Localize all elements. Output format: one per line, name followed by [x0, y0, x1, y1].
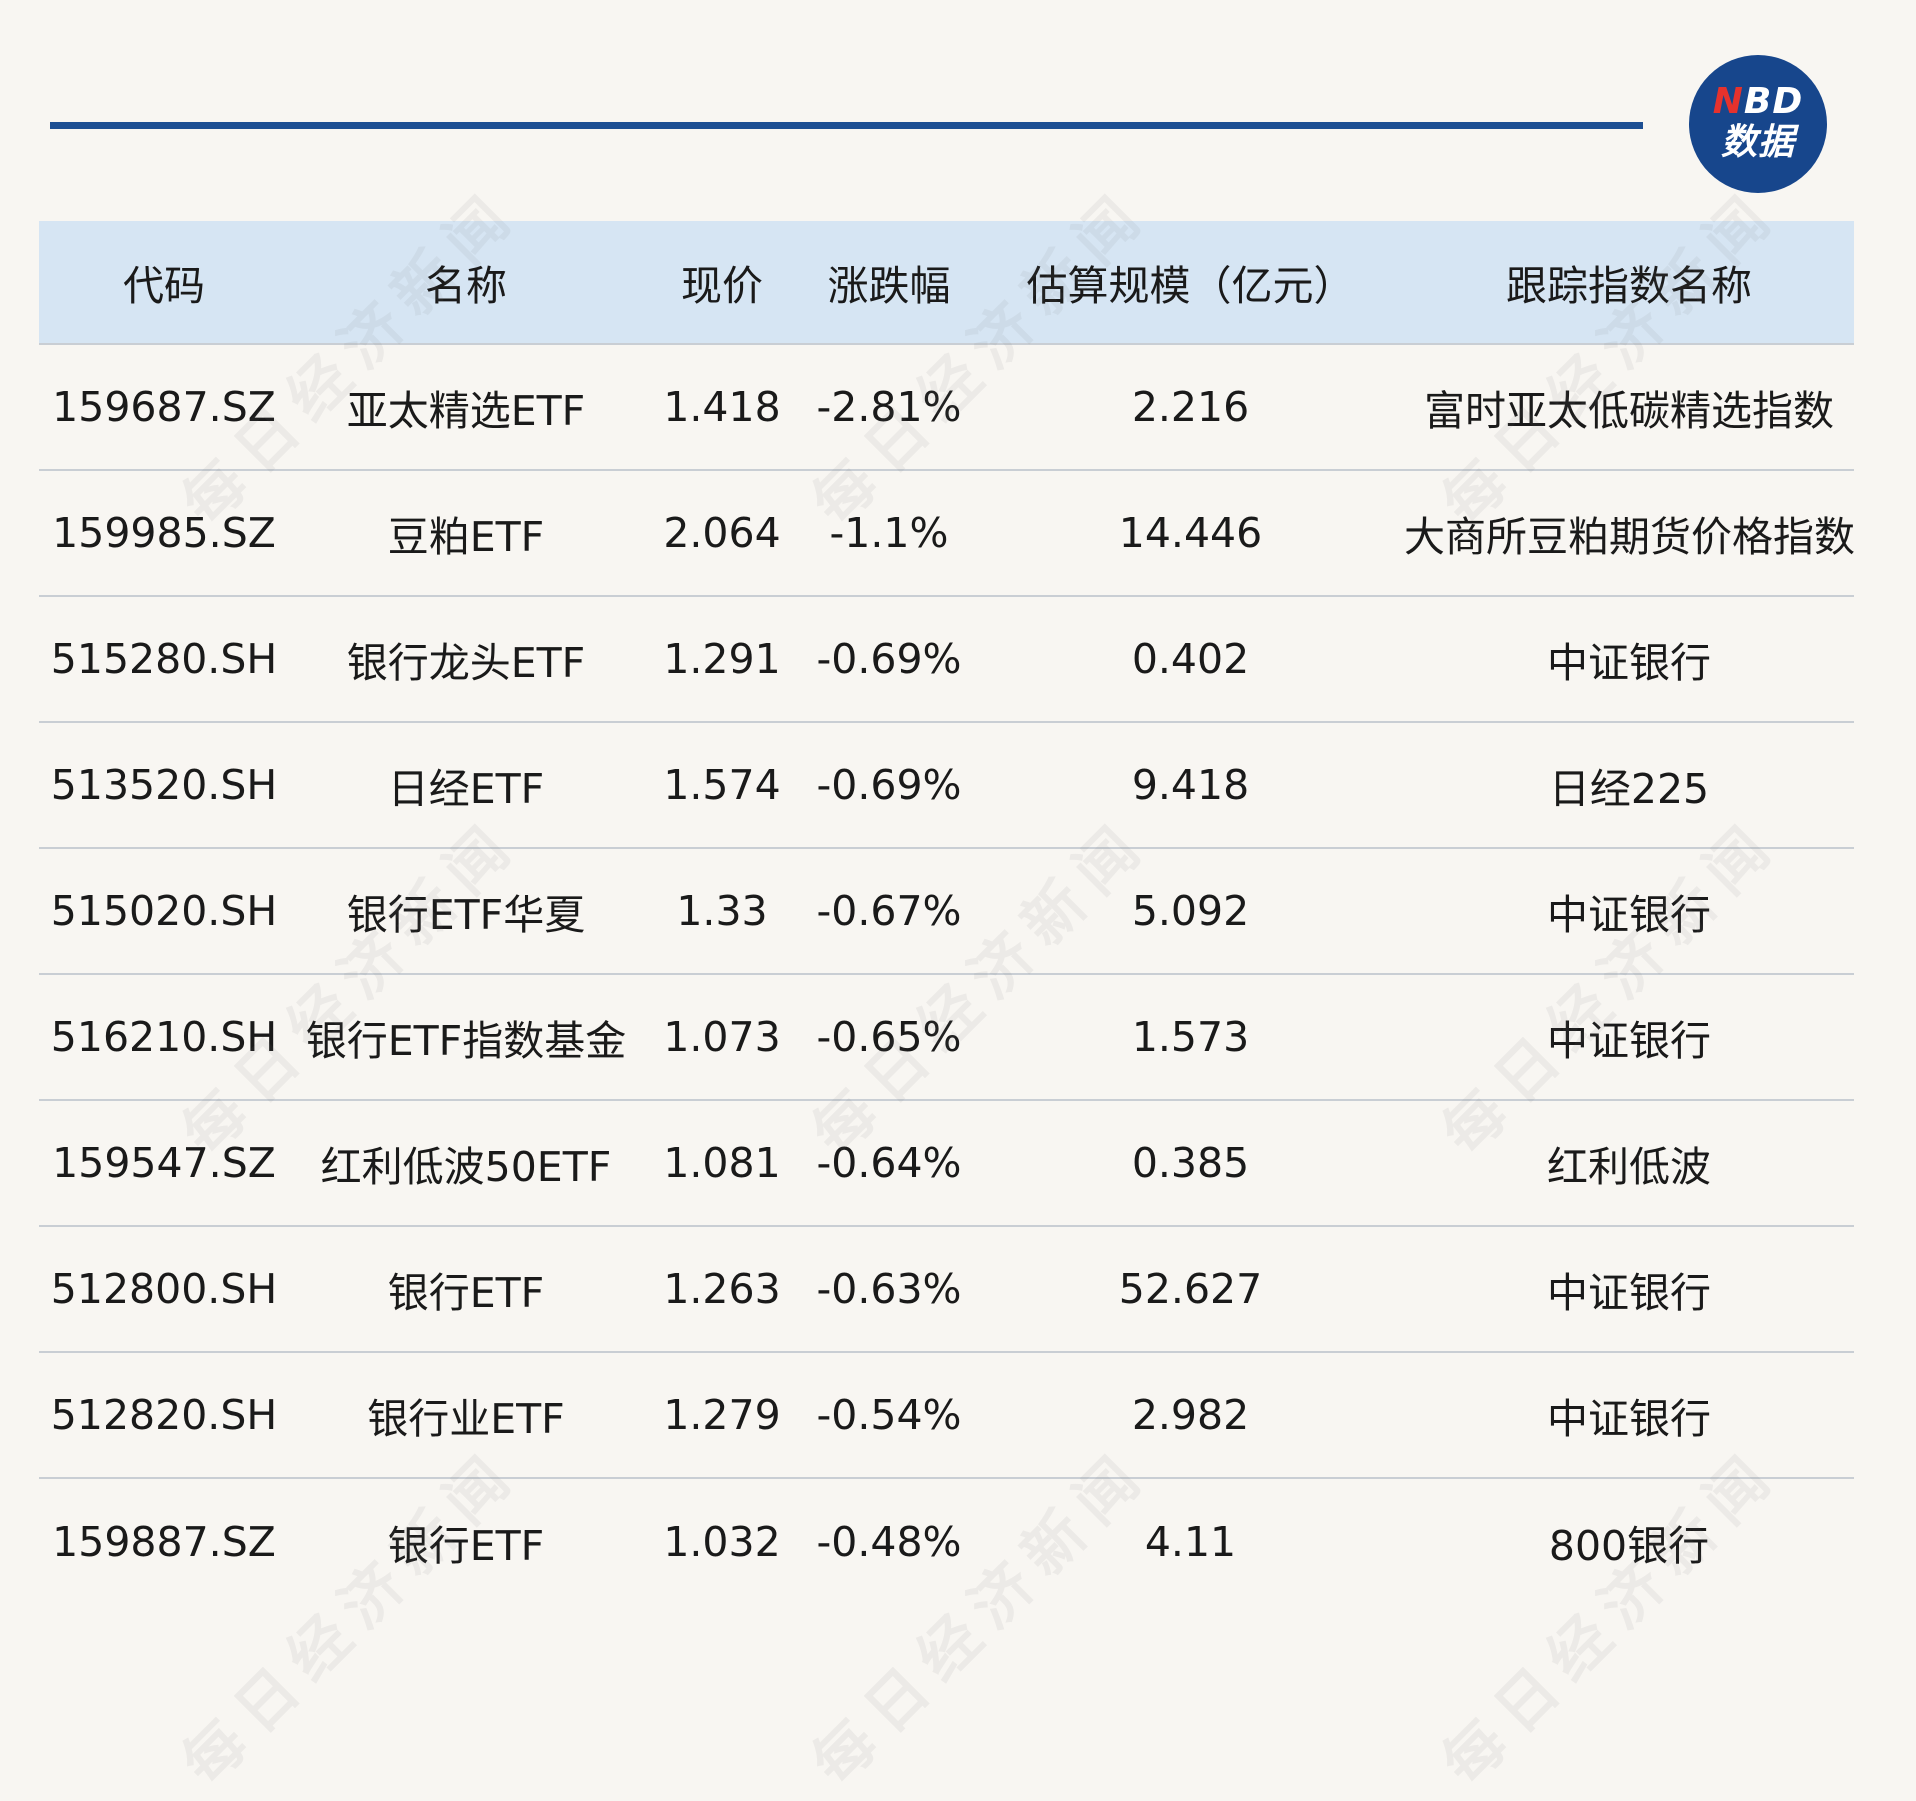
cell-price: 1.032 — [663, 1517, 781, 1566]
header-price: 现价 — [643, 221, 801, 345]
cell-code: 516210.SH — [39, 974, 289, 1101]
cell-change: -0.64% — [801, 1100, 977, 1227]
cell-code: 159887.SZ — [52, 1517, 276, 1566]
cell-name: 日经ETF — [289, 722, 643, 849]
table-row: 159687.SZ 亚太精选ETF 1.418 -2.81% 2.216 富时亚… — [39, 344, 1854, 471]
etf-table: 代码 名称 现价 涨跌幅 估算规模（亿元） 跟踪指数名称 159687.SZ 亚… — [39, 221, 1855, 1604]
cell-price: 1.073 — [643, 974, 801, 1101]
cell-name: 银行业ETF — [289, 1352, 643, 1479]
cell-scale: 52.627 — [977, 1226, 1404, 1353]
table-row: 159985.SZ 豆粕ETF 2.064 -1.1% 14.446 大商所豆粕… — [39, 470, 1855, 597]
header-scale: 估算规模（亿元） — [977, 221, 1404, 345]
cell-name: 银行ETF指数基金 — [289, 974, 643, 1101]
cell-name: 银行ETF — [289, 1226, 643, 1353]
cell-name: 银行ETF华夏 — [289, 848, 643, 975]
cell-change: -0.48% — [816, 1517, 962, 1566]
cell-price: 1.263 — [643, 1226, 801, 1353]
cell-scale: 4.11 — [1144, 1517, 1237, 1566]
cell-name: 银行龙头ETF — [289, 596, 643, 723]
cell-code: 159985.SZ — [39, 470, 289, 597]
cell-index: 日经225 — [1404, 722, 1854, 849]
cell-change: -0.69% — [801, 722, 977, 849]
table-header-row: 代码 名称 现价 涨跌幅 估算规模（亿元） 跟踪指数名称 — [39, 221, 1854, 345]
cell-scale: 9.418 — [977, 722, 1404, 849]
table-row: 512800.SH 银行ETF 1.263 -0.63% 52.627 中证银行 — [39, 1226, 1854, 1353]
cell-scale: 1.573 — [977, 974, 1404, 1101]
logo-line-2: 数据 — [1720, 122, 1795, 163]
table-row: 512820.SH 银行业ETF 1.279 -0.54% 2.982 中证银行 — [39, 1352, 1854, 1479]
cell-index: 红利低波 — [1404, 1100, 1854, 1227]
cell-change: -0.65% — [801, 974, 977, 1101]
nbd-data-logo: NBD 数据 — [1689, 55, 1827, 193]
cell-scale: 2.982 — [977, 1352, 1404, 1479]
cell-price: 1.081 — [643, 1100, 801, 1227]
cell-name: 红利低波50ETF — [289, 1100, 643, 1227]
logo-line-1: NBD — [1689, 82, 1827, 122]
cell-index: 800银行 — [1548, 1521, 1710, 1570]
cell-scale: 5.092 — [977, 848, 1404, 975]
cell-name: 银行ETF — [387, 1521, 545, 1570]
cell-change: -2.81% — [801, 344, 977, 471]
header-code: 代码 — [39, 221, 289, 345]
cell-price: 2.064 — [643, 470, 801, 597]
cell-index: 中证银行 — [1404, 848, 1854, 975]
table-row: 513520.SH 日经ETF 1.574 -0.69% 9.418 日经225 — [39, 722, 1854, 849]
cell-code: 515280.SH — [39, 596, 289, 723]
cell-scale: 0.402 — [977, 596, 1404, 723]
table-row: 159547.SZ 红利低波50ETF 1.081 -0.64% 0.385 红… — [39, 1100, 1854, 1227]
cell-index: 中证银行 — [1404, 596, 1854, 723]
cell-index: 中证银行 — [1404, 974, 1854, 1101]
cell-scale: 2.216 — [977, 344, 1404, 471]
header-index: 跟踪指数名称 — [1404, 221, 1854, 345]
cell-change: -0.63% — [801, 1226, 977, 1353]
header-name: 名称 — [289, 221, 643, 345]
cell-code: 159687.SZ — [39, 344, 289, 471]
cell-scale: 0.385 — [977, 1100, 1404, 1227]
cell-change: -1.1% — [801, 470, 977, 597]
cell-change: -0.69% — [801, 596, 977, 723]
cell-code: 512800.SH — [39, 1226, 289, 1353]
cell-index: 富时亚太低碳精选指数 — [1404, 344, 1854, 471]
cell-price: 1.291 — [643, 596, 801, 723]
cell-price: 1.279 — [643, 1352, 801, 1479]
header-change: 涨跌幅 — [801, 221, 977, 345]
cell-price: 1.418 — [643, 344, 801, 471]
table-row: 159887.SZ 银行ETF 1.032 -0.48% 4.11 800银行 — [39, 1478, 1854, 1604]
cell-change: -0.67% — [801, 848, 977, 975]
cell-index: 中证银行 — [1404, 1226, 1854, 1353]
cell-change: -0.54% — [801, 1352, 977, 1479]
table-row: 515280.SH 银行龙头ETF 1.291 -0.69% 0.402 中证银… — [39, 596, 1854, 723]
top-rule — [50, 122, 1643, 129]
cell-code: 515020.SH — [39, 848, 289, 975]
cell-price: 1.574 — [643, 722, 801, 849]
cell-index: 中证银行 — [1404, 1352, 1854, 1479]
cell-price: 1.33 — [643, 848, 801, 975]
table-row: 515020.SH 银行ETF华夏 1.33 -0.67% 5.092 中证银行 — [39, 848, 1854, 975]
logo-letters-bd: BD — [1743, 81, 1804, 122]
cell-name: 亚太精选ETF — [289, 344, 643, 471]
logo-letter-n: N — [1712, 81, 1744, 122]
table-row: 516210.SH 银行ETF指数基金 1.073 -0.65% 1.573 中… — [39, 974, 1854, 1101]
cell-name: 豆粕ETF — [289, 470, 643, 597]
cell-code: 512820.SH — [39, 1352, 289, 1479]
cell-code: 159547.SZ — [39, 1100, 289, 1227]
cell-code: 513520.SH — [39, 722, 289, 849]
cell-scale: 14.446 — [977, 470, 1404, 597]
cell-index: 大商所豆粕期货价格指数 — [1404, 470, 1855, 597]
